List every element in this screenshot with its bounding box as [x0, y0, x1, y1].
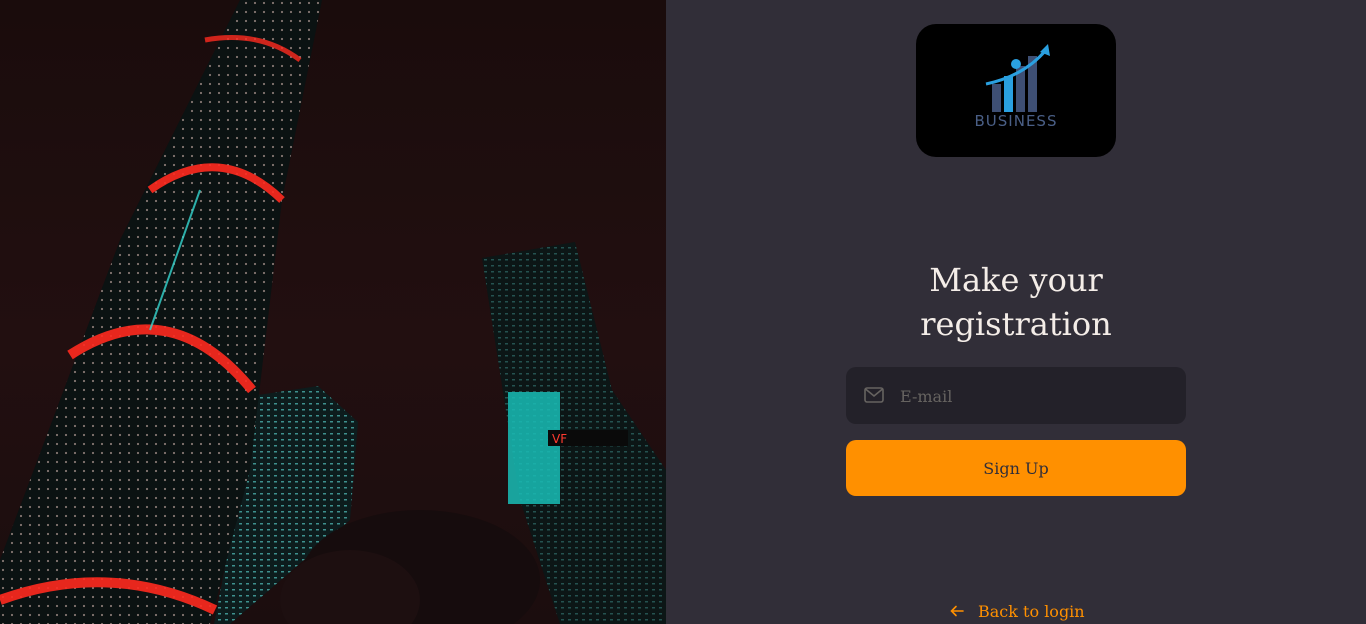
- signup-panel: BUSINESS Make your registration Sign Up …: [666, 0, 1366, 624]
- email-input[interactable]: [898, 367, 1172, 426]
- email-field-container: [846, 367, 1186, 426]
- page-title: Make your registration: [866, 258, 1166, 346]
- title-line-2: registration: [920, 305, 1112, 343]
- back-to-login-link[interactable]: Back to login: [950, 600, 1085, 622]
- svg-text:VF: VF: [552, 432, 567, 446]
- business-logo: BUSINESS: [916, 24, 1116, 157]
- title-line-1: Make your: [929, 261, 1103, 299]
- logo-text: BUSINESS: [974, 112, 1058, 130]
- mail-icon: [864, 387, 884, 403]
- cityscape-background-image: VF: [0, 0, 666, 624]
- business-growth-chart-icon: [985, 44, 1050, 112]
- back-to-login-label: Back to login: [978, 601, 1085, 621]
- sign-up-button[interactable]: Sign Up: [846, 440, 1186, 496]
- arrow-left-icon: [950, 605, 964, 617]
